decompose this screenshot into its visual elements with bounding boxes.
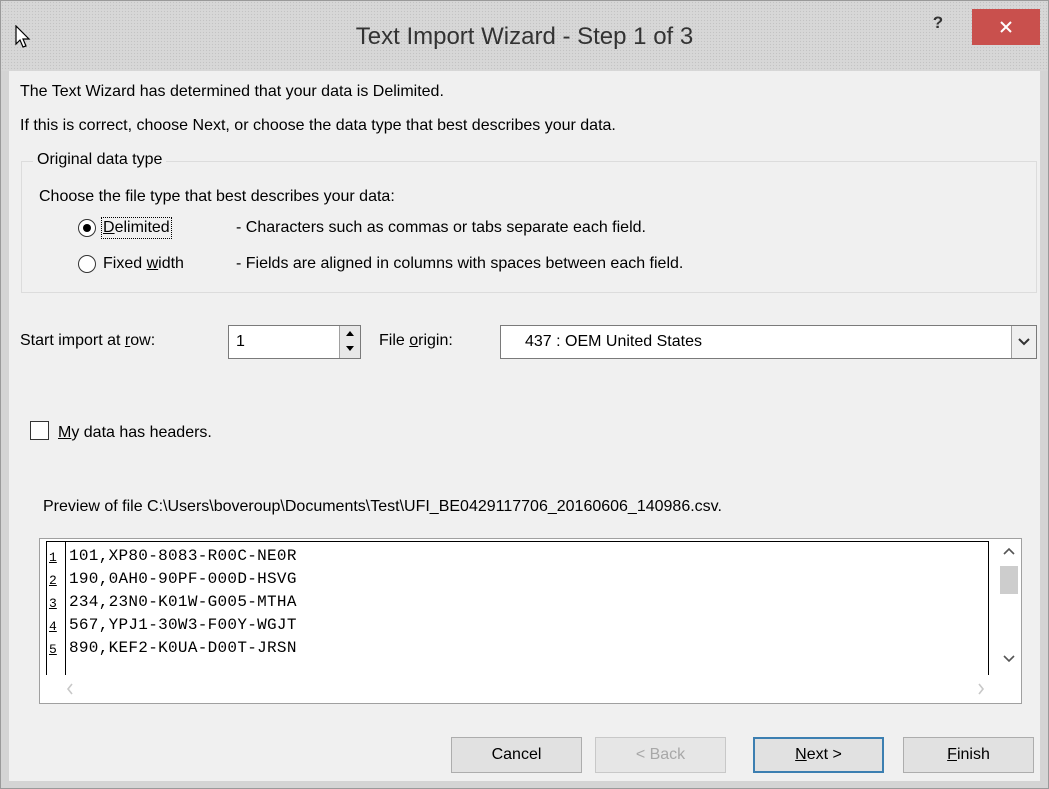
text-import-wizard-dialog: Text Import Wizard - Step 1 of 3 ? The T… (0, 0, 1049, 789)
next-button[interactable]: Next > (753, 737, 884, 773)
start-import-label: Start import at row: (20, 332, 156, 349)
group-label: Original data type (33, 151, 167, 169)
file-origin-select[interactable]: 437 : OEM United States (500, 325, 1037, 359)
row-number: 4 (49, 619, 57, 634)
fixed-width-radio[interactable] (78, 255, 96, 273)
delimited-description: - Characters such as commas or tabs sepa… (236, 219, 646, 236)
close-button[interactable] (972, 9, 1040, 45)
horizontal-scrollbar[interactable] (40, 675, 1021, 703)
preview-row: 190,0AH0-90PF-000D-HSVG (69, 570, 297, 588)
row-number: 2 (49, 573, 57, 588)
intro-line-2: If this is correct, choose Next, or choo… (20, 117, 616, 134)
start-row-value: 1 (236, 333, 245, 350)
file-origin-label: File origin: (379, 332, 453, 349)
scroll-right-icon[interactable] (977, 683, 985, 695)
row-number: 5 (49, 642, 57, 657)
preview-row: 234,23N0-K01W-G005-MTHA (69, 593, 297, 611)
spin-down-button[interactable] (340, 342, 360, 358)
spinner-buttons (339, 326, 360, 358)
cancel-button[interactable]: Cancel (451, 737, 582, 773)
delimited-label[interactable]: Delimited (101, 217, 172, 239)
headers-label[interactable]: My data has headers. (58, 424, 212, 442)
preview-label: Preview of file C:\Users\boveroup\Docume… (43, 498, 722, 515)
scroll-down-icon[interactable] (1003, 655, 1015, 663)
radio-selected-dot (83, 224, 91, 232)
title-bar[interactable]: Text Import Wizard - Step 1 of 3 ? (1, 1, 1048, 71)
preview-row: 890,KEF2-K0UA-D00T-JRSN (69, 639, 297, 657)
file-preview: 1 101,XP80-8083-R00C-NE0R 2 190,0AH0-90P… (39, 538, 1022, 704)
file-origin-dropdown-button[interactable] (1011, 326, 1036, 358)
preview-row: 101,XP80-8083-R00C-NE0R (69, 547, 297, 565)
spin-up-button[interactable] (340, 326, 360, 343)
intro-line-1: The Text Wizard has determined that your… (20, 83, 444, 100)
scroll-left-icon[interactable] (66, 683, 74, 695)
row-number: 1 (49, 550, 57, 565)
chevron-down-icon (1018, 338, 1030, 346)
start-row-spinner[interactable]: 1 (228, 325, 361, 359)
delimited-radio[interactable] (78, 219, 96, 237)
file-origin-value: 437 : OEM United States (525, 333, 702, 350)
dialog-body: The Text Wizard has determined that your… (9, 71, 1040, 781)
fixed-width-label[interactable]: Fixed width (103, 255, 184, 273)
preview-content[interactable]: 1 101,XP80-8083-R00C-NE0R 2 190,0AH0-90P… (46, 541, 989, 675)
file-type-prompt: Choose the file type that best describes… (39, 188, 395, 205)
arrow-up-icon (346, 331, 354, 336)
back-button[interactable]: < Back (595, 737, 726, 773)
vertical-scroll-thumb[interactable] (1000, 566, 1018, 594)
help-button[interactable]: ? (928, 13, 948, 33)
finish-button[interactable]: Finish (903, 737, 1034, 773)
close-icon (1000, 21, 1012, 33)
preview-row: 567,YPJ1-30W3-F00Y-WGJT (69, 616, 297, 634)
arrow-down-icon (346, 346, 354, 351)
vertical-scrollbar[interactable] (997, 539, 1021, 673)
headers-checkbox[interactable] (30, 421, 49, 440)
fixed-width-description: - Fields are aligned in columns with spa… (236, 255, 684, 272)
row-number: 3 (49, 596, 57, 611)
window-title: Text Import Wizard - Step 1 of 3 (355, 23, 694, 50)
scroll-up-icon[interactable] (1003, 547, 1015, 555)
